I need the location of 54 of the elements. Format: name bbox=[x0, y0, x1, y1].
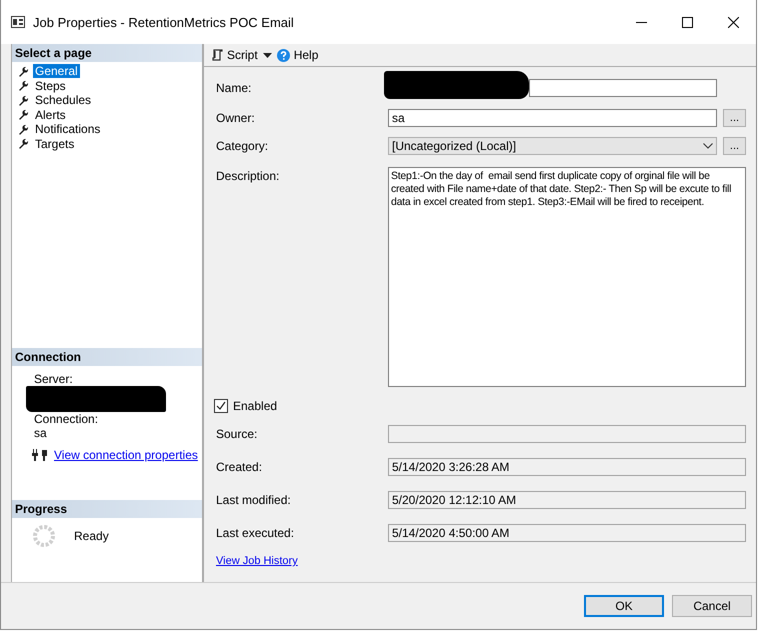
server-label: Server: bbox=[33, 372, 74, 386]
progress-status: Ready bbox=[74, 529, 109, 543]
field-label: Description: bbox=[216, 168, 280, 183]
page-item[interactable]: General bbox=[33, 64, 80, 78]
script-button[interactable]: Script bbox=[212, 48, 258, 62]
field-label: Created: bbox=[216, 459, 264, 474]
category-dropdown[interactable]: [Uncategorized (Local)] bbox=[388, 137, 717, 155]
connection-value: sa bbox=[33, 426, 48, 440]
help-button[interactable]: Help bbox=[276, 48, 318, 62]
script-icon bbox=[212, 49, 223, 61]
help-icon bbox=[276, 48, 290, 62]
chevron-icon[interactable] bbox=[703, 143, 713, 149]
readonly-field: 5/14/2020 3:26:28 AM bbox=[388, 458, 746, 476]
enabled-checkbox[interactable] bbox=[214, 399, 228, 413]
page-item[interactable]: Steps bbox=[33, 78, 68, 93]
checkbox-label: Enabled bbox=[233, 399, 278, 413]
spinner-icon bbox=[32, 524, 56, 548]
field-label: Name: bbox=[216, 80, 252, 95]
job-history-link[interactable]: View Job History bbox=[216, 555, 298, 567]
window-title: Job Properties - RetentionMetrics POC Email bbox=[33, 14, 295, 30]
input-field[interactable]: sa bbox=[388, 109, 717, 127]
input-field[interactable] bbox=[529, 79, 717, 97]
field-label: Category: bbox=[216, 138, 270, 153]
wrench-icon bbox=[18, 138, 29, 150]
maximize-icon[interactable] bbox=[682, 16, 692, 28]
page-item[interactable]: Schedules bbox=[33, 93, 94, 108]
page-item[interactable]: Alerts bbox=[33, 108, 68, 122]
readonly-field: 5/20/2020 12:12:10 AM bbox=[388, 491, 746, 509]
page-item[interactable]: Notifications bbox=[33, 122, 102, 136]
wrench-icon bbox=[18, 80, 29, 92]
browse-button[interactable]: ... bbox=[723, 109, 746, 127]
readonly-field: 5/14/2020 4:50:00 AM bbox=[388, 524, 746, 542]
wrench-icon bbox=[18, 109, 29, 120]
field-label: Source: bbox=[216, 426, 258, 441]
page-item[interactable]: Targets bbox=[33, 136, 76, 151]
description-field[interactable]: Step1:-On the day of email send first duplicate copy of orginal file will be created with File name+date of that date. Step2:- Then Sp will be excute to fill data in excel created from step1. Step3:-EMail will be fired to receipent. bbox=[388, 167, 746, 387]
wrench-icon bbox=[18, 124, 29, 135]
field-label: Owner: bbox=[216, 110, 256, 125]
section-header: Progress bbox=[12, 500, 202, 518]
caret-icon[interactable] bbox=[262, 52, 272, 58]
close-icon[interactable] bbox=[728, 16, 738, 28]
dialog-button[interactable]: Cancel bbox=[672, 595, 752, 617]
section-header: Select a page bbox=[12, 44, 202, 62]
browse-button[interactable]: ... bbox=[723, 137, 746, 155]
field-label: Last executed: bbox=[216, 525, 296, 540]
window-icon bbox=[11, 16, 25, 28]
wrench-icon bbox=[18, 94, 29, 106]
plug-icon bbox=[32, 449, 48, 461]
wrench-icon bbox=[18, 66, 29, 77]
field-label: Last modified: bbox=[216, 492, 292, 507]
connection-properties-link[interactable]: View connection properties bbox=[54, 448, 198, 462]
dialog-button[interactable]: OK bbox=[584, 595, 664, 617]
connection-label: Connection: bbox=[33, 412, 100, 426]
section-header: Connection bbox=[12, 348, 202, 366]
